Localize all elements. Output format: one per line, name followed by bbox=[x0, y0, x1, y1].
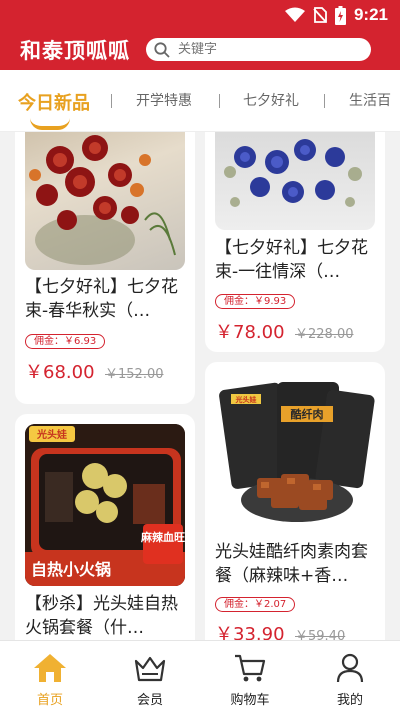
home-icon bbox=[34, 654, 66, 682]
product-title[interactable]: 【秒杀】光头娃自热火锅套餐（什… bbox=[25, 592, 187, 640]
commission-badge: 佣金：￥9.93 bbox=[215, 294, 296, 309]
product-card[interactable]: 【七夕好礼】七夕花束-春华秋实（… 佣金：￥6.93 ￥68.00 ￥152.0… bbox=[15, 132, 195, 404]
app-title: 和泰顶呱呱 bbox=[20, 39, 130, 63]
active-tab-indicator bbox=[30, 118, 70, 130]
tab-life[interactable]: 生活百 bbox=[349, 90, 391, 110]
vegetarian-meat-image: 酷纤肉 光头娃 bbox=[219, 382, 375, 522]
product-grid: 【七夕好礼】七夕花束-春华秋实（… 佣金：￥6.93 ￥68.00 ￥152.0… bbox=[0, 132, 400, 640]
tab-divider bbox=[324, 94, 325, 108]
status-icons: 9:21 bbox=[284, 5, 388, 25]
product-card[interactable]: 【七夕好礼】七夕花束-一往情深（… 佣金：￥9.93 ￥78.00 ￥228.0… bbox=[205, 132, 385, 352]
nav-label: 我的 bbox=[336, 693, 363, 708]
nav-cart[interactable]: 购物车 bbox=[200, 653, 300, 711]
category-tabs: 今日新品 开学特惠 七夕好礼 生活百 bbox=[0, 70, 400, 132]
image-caption-text: 自热小火锅 bbox=[31, 560, 111, 579]
status-bar: 9:21 bbox=[0, 0, 400, 32]
crown-basket-icon bbox=[134, 656, 166, 682]
product-title[interactable]: 【七夕好礼】七夕花束-春华秋实（… bbox=[25, 275, 187, 323]
nav-profile[interactable]: 我的 bbox=[300, 653, 400, 711]
tab-school-sale[interactable]: 开学特惠 bbox=[136, 90, 192, 110]
tab-divider bbox=[219, 94, 220, 108]
product-image[interactable] bbox=[25, 132, 185, 270]
nav-label: 首页 bbox=[36, 693, 63, 708]
search-box[interactable] bbox=[146, 38, 371, 61]
product-price: ￥33.90 bbox=[215, 624, 285, 640]
nav-member[interactable]: 会员 bbox=[100, 653, 200, 711]
commission-badge: 佣金：￥2.07 bbox=[215, 597, 296, 612]
package-label-text: 酷纤肉 bbox=[291, 407, 324, 421]
bottom-nav: 首页 会员 购物车 我的 bbox=[0, 640, 400, 711]
product-title[interactable]: 【七夕好礼】七夕花束-一往情深（… bbox=[215, 236, 377, 284]
blue-roses-image bbox=[224, 139, 362, 207]
commission-badge: 佣金：￥6.93 bbox=[25, 334, 106, 349]
shopping-cart-icon bbox=[235, 654, 266, 682]
status-time: 9:21 bbox=[353, 5, 388, 24]
package-brand-text: 光头娃 bbox=[235, 395, 257, 404]
original-price: ￥228.00 bbox=[295, 327, 354, 342]
user-icon bbox=[336, 653, 364, 683]
product-image[interactable] bbox=[215, 132, 375, 230]
product-card[interactable]: 光头娃 自热小火锅 麻辣血旺 【秒杀】光头娃自热火锅套餐（什… bbox=[15, 414, 195, 640]
hotpot-image: 光头娃 自热小火锅 麻辣血旺 bbox=[25, 424, 185, 586]
no-sim-icon bbox=[313, 7, 327, 23]
nav-home[interactable]: 首页 bbox=[0, 653, 100, 711]
brand-badge-text: 光头娃 bbox=[36, 428, 67, 441]
product-card[interactable]: 酷纤肉 光头娃 光头娃酷纤肉素肉套餐（麻辣味+香… 佣金：￥2.07 ￥33.9… bbox=[205, 362, 385, 640]
battery-charging-icon bbox=[334, 5, 346, 25]
product-title[interactable]: 光头娃酷纤肉素肉套餐（麻辣味+香… bbox=[215, 540, 377, 588]
search-icon bbox=[154, 41, 170, 58]
nav-label: 会员 bbox=[136, 693, 163, 708]
tab-qixi-gifts[interactable]: 七夕好礼 bbox=[243, 90, 299, 110]
original-price: ￥59.40 bbox=[295, 629, 346, 640]
flavor-tag-text: 麻辣血旺 bbox=[140, 530, 185, 544]
product-price: ￥68.00 bbox=[25, 362, 95, 383]
nav-label: 购物车 bbox=[230, 693, 270, 708]
search-input[interactable] bbox=[178, 42, 358, 57]
flower-bouquet-image bbox=[29, 135, 176, 265]
original-price: ￥152.00 bbox=[105, 367, 164, 382]
wifi-icon bbox=[284, 7, 305, 22]
header: 和泰顶呱呱 bbox=[0, 32, 400, 70]
product-price: ￥78.00 bbox=[215, 322, 285, 343]
product-image[interactable]: 光头娃 自热小火锅 麻辣血旺 bbox=[25, 424, 185, 586]
tab-today-new[interactable]: 今日新品 bbox=[18, 89, 90, 115]
product-image[interactable]: 酷纤肉 光头娃 bbox=[215, 372, 375, 532]
tab-divider bbox=[111, 94, 112, 108]
